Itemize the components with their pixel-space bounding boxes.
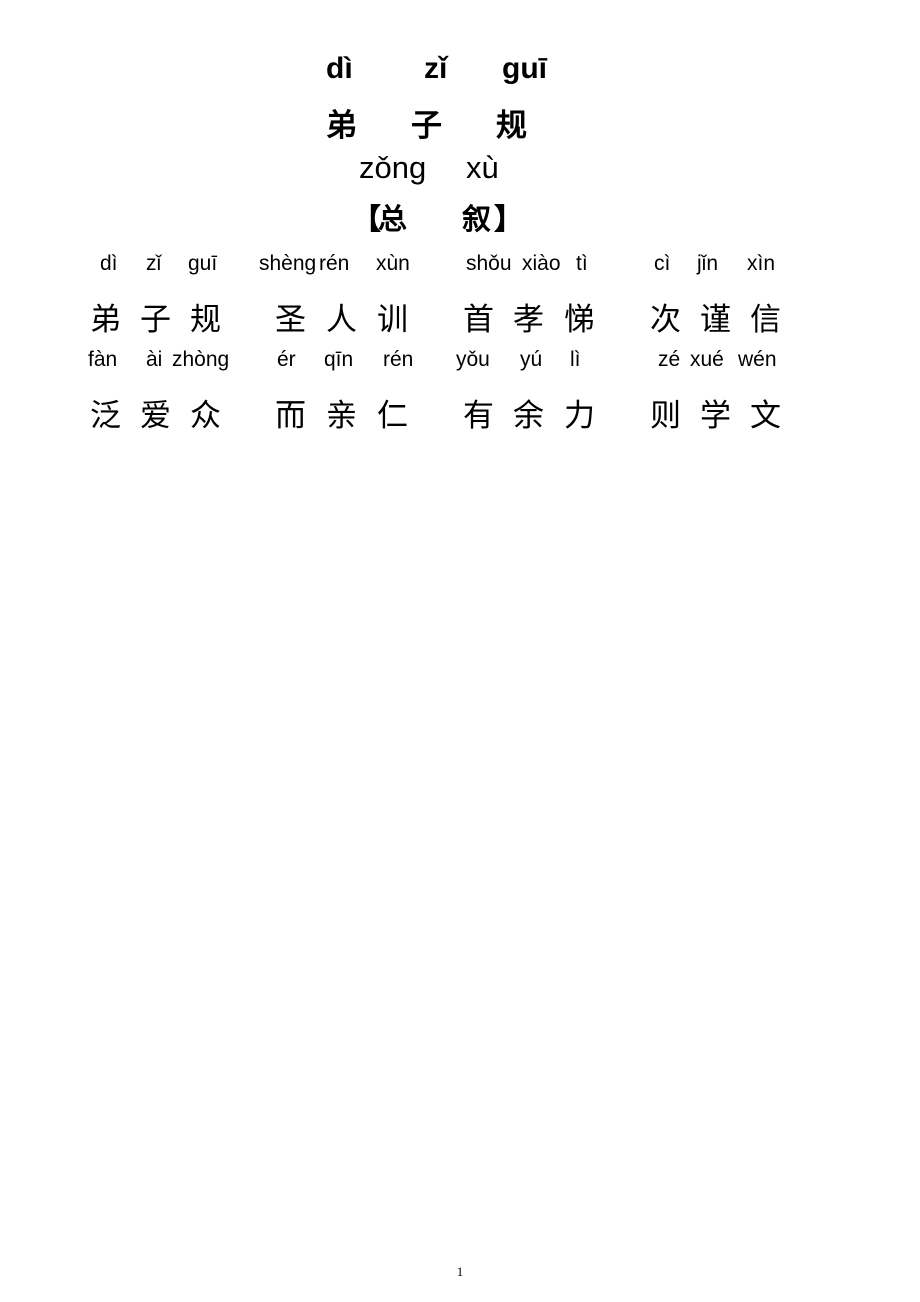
close-bracket: 】: [494, 202, 524, 236]
pinyin-syllable: xué: [690, 348, 724, 371]
hanzi: 弟: [90, 302, 121, 338]
hanzi: 圣: [275, 302, 306, 338]
pinyin-syllable: wén: [738, 348, 777, 371]
title-pinyin-syllable: zǐ: [424, 52, 448, 85]
pinyin-syllable: ér: [277, 348, 296, 371]
hanzi: 信: [750, 302, 781, 338]
pinyin-syllable: shèng: [259, 252, 317, 275]
pinyin-line: fàn ài zhòng ér qīn rén yǒu yú lì zé xué…: [0, 348, 920, 376]
title-char: 弟: [326, 108, 357, 144]
pinyin-syllable: jǐn: [697, 252, 719, 275]
hanzi: 众: [190, 398, 221, 434]
title-char: 规: [496, 108, 527, 144]
section-pinyin-syllable: xù: [466, 150, 499, 185]
section-heading: 【 总 叙 】: [0, 196, 920, 240]
section-pinyin-syllable: zǒng: [359, 150, 427, 185]
hanzi: 悌: [564, 302, 595, 338]
pinyin-syllable: xiào: [522, 252, 561, 275]
pinyin-syllable: guī: [188, 252, 218, 275]
hanzi: 次: [650, 302, 681, 338]
hanzi: 有: [463, 398, 494, 434]
section-pinyin: zǒng xù: [0, 150, 920, 190]
pinyin-syllable: fàn: [88, 348, 118, 371]
section-char: 总: [378, 202, 408, 236]
character-line: 泛 爱 众 而 亲 仁 有 余 力 则 学 文: [0, 390, 920, 434]
pinyin-syllable: ài: [146, 348, 163, 371]
pinyin-syllable: xìn: [747, 252, 776, 275]
character-line: 弟 子 规 圣 人 训 首 孝 悌 次 谨 信: [0, 294, 920, 338]
hanzi: 训: [377, 302, 408, 338]
pinyin-line: dì zǐ guī shèng rén xùn shǒu xiào tì cì …: [0, 252, 920, 280]
pinyin-syllable: zhòng: [172, 348, 230, 371]
hanzi: 文: [750, 398, 781, 434]
pinyin-syllable: zé: [658, 348, 681, 371]
hanzi: 泛: [90, 398, 121, 434]
hanzi: 余: [513, 398, 544, 434]
section-char: 叙: [462, 202, 492, 236]
pinyin-syllable: qīn: [324, 348, 354, 371]
title-char: 子: [411, 108, 442, 144]
pinyin-syllable: rén: [383, 348, 414, 371]
hanzi: 学: [700, 398, 731, 434]
pinyin-syllable: xùn: [376, 252, 410, 275]
pinyin-syllable: dì: [100, 252, 118, 275]
page-number: 1: [456, 1264, 464, 1279]
hanzi: 力: [564, 398, 595, 434]
pinyin-syllable: lì: [570, 348, 581, 371]
title-pinyin: dì zǐ guī: [0, 52, 920, 92]
pinyin-syllable: rén: [319, 252, 350, 275]
hanzi: 则: [650, 398, 681, 434]
hanzi: 谨: [700, 302, 731, 338]
pinyin-syllable: cì: [654, 252, 671, 275]
hanzi: 首: [463, 302, 494, 338]
hanzi: 而: [275, 398, 306, 434]
pinyin-syllable: yǒu: [456, 348, 490, 371]
pinyin-syllable: yú: [520, 348, 543, 371]
pinyin-syllable: tì: [576, 252, 588, 275]
hanzi: 规: [190, 302, 221, 338]
hanzi: 人: [326, 302, 357, 338]
title-pinyin-syllable: dì: [326, 52, 353, 85]
pinyin-syllable: shǒu: [466, 252, 512, 275]
pinyin-syllable: zǐ: [146, 252, 162, 275]
hanzi: 子: [140, 302, 171, 338]
title-chinese: 弟 子 规: [0, 100, 920, 144]
hanzi: 仁: [377, 398, 408, 434]
hanzi: 亲: [326, 398, 357, 434]
title-pinyin-syllable: guī: [502, 52, 547, 85]
hanzi: 爱: [140, 398, 171, 434]
open-bracket: 【: [352, 202, 382, 236]
hanzi: 孝: [513, 302, 544, 338]
